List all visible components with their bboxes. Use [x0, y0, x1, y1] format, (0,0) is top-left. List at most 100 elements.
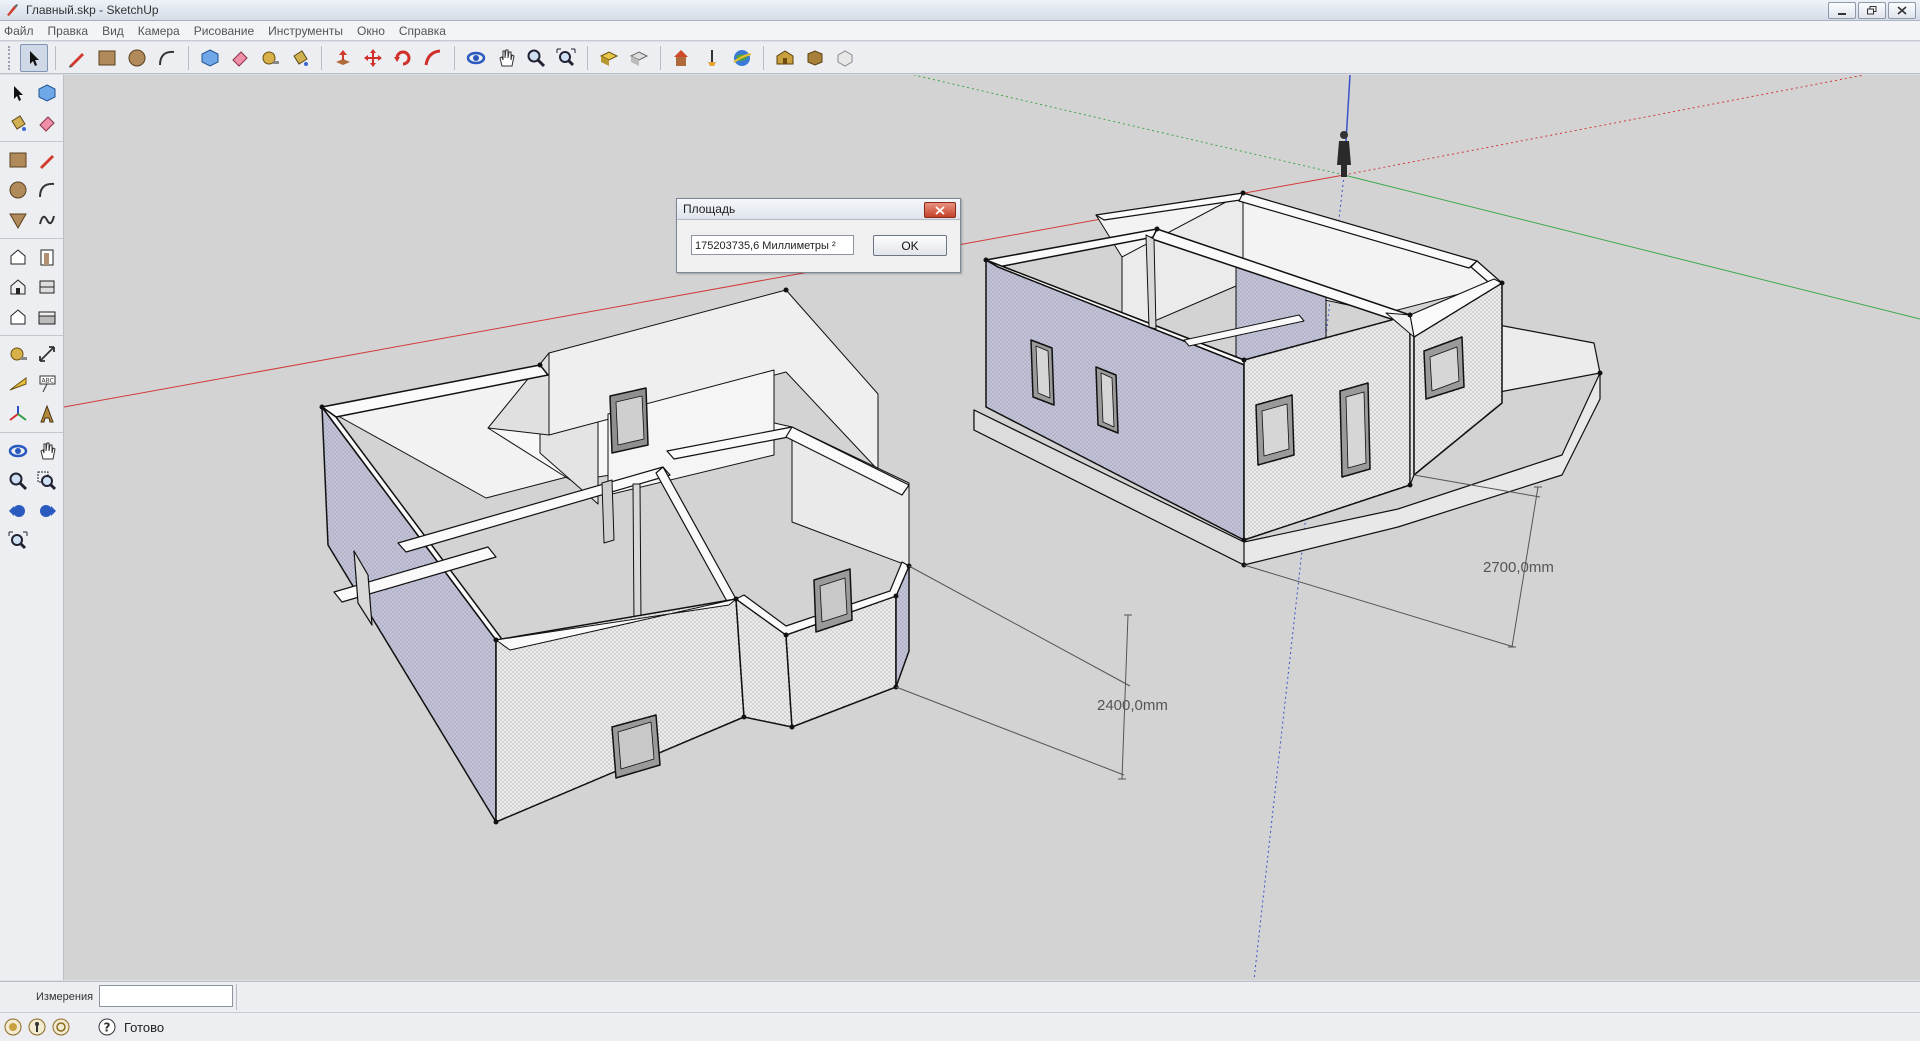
arc-tool-button[interactable] — [33, 176, 61, 204]
push-pull-tool-button[interactable] — [329, 44, 357, 72]
warehouse-tool-button[interactable] — [771, 44, 799, 72]
rotate-tool-button[interactable] — [4, 303, 32, 331]
make-component-tool-button[interactable] — [33, 79, 61, 107]
zoom-window-tool-button[interactable] — [33, 467, 61, 495]
move-arrows-icon — [364, 48, 382, 67]
3d-text-tool-button[interactable] — [33, 400, 61, 428]
restore-button[interactable] — [1858, 2, 1886, 19]
extension-icon — [807, 49, 823, 66]
credits-icon[interactable] — [28, 1018, 46, 1036]
polygon-tool-button[interactable] — [4, 206, 32, 234]
freehand-tool-button[interactable] — [33, 206, 61, 234]
area-dialog-ok-button[interactable]: OK — [873, 235, 947, 256]
protractor-icon — [9, 377, 27, 391]
menu-camera[interactable]: Камера — [138, 24, 180, 38]
share-model-tool-button[interactable] — [625, 44, 653, 72]
axes-tool-button[interactable] — [4, 400, 32, 428]
zoom-extents-tool-button[interactable] — [552, 44, 580, 72]
tape-measure-tool-button[interactable] — [256, 44, 284, 72]
dimension-tool-button[interactable] — [33, 340, 61, 368]
toolbar-grip[interactable] — [8, 45, 14, 70]
circle-tool-button[interactable] — [123, 44, 151, 72]
area-value-field[interactable]: 175203735,6 Миллиметры ² — [691, 235, 854, 255]
modeling-viewport[interactable]: 2400,0mm 2700,0mm Площадь 175203735,6 Ми… — [64, 75, 1920, 980]
place-model-tool-button[interactable] — [698, 44, 726, 72]
line-tool-button[interactable] — [33, 146, 61, 174]
extension-warehouse-tool-button[interactable] — [801, 44, 829, 72]
menu-help[interactable]: Справка — [399, 24, 446, 38]
rotate-tool-button[interactable] — [389, 44, 417, 72]
dimension-label-right[interactable]: 2700,0mm — [1483, 559, 1554, 576]
pencil-icon — [69, 52, 84, 67]
rectangle-icon — [98, 50, 116, 65]
get-photo-texture-tool-button[interactable] — [668, 44, 696, 72]
pan-tool-button[interactable] — [492, 44, 520, 72]
zoom-tool-button[interactable] — [4, 467, 32, 495]
make-component-tool-button[interactable] — [196, 44, 224, 72]
menu-tools[interactable]: Инструменты — [268, 24, 343, 38]
menu-draw[interactable]: Рисование — [194, 24, 254, 38]
toolbar-separator — [454, 45, 455, 70]
next-view-tool-button[interactable] — [33, 497, 61, 525]
minimize-button[interactable] — [1828, 2, 1856, 19]
geo-location-icon[interactable] — [4, 1018, 22, 1036]
follow-me-tool-button[interactable] — [33, 243, 61, 271]
title-bar: Главный.skp - SketchUp — [0, 0, 1920, 21]
house-right[interactable] — [973, 190, 1603, 568]
eraser-tool-button[interactable] — [226, 44, 254, 72]
rectangle-tool-button[interactable] — [4, 146, 32, 174]
dimension-left[interactable] — [895, 565, 1132, 780]
orbit-tool-button[interactable] — [4, 437, 32, 465]
move-tool-button[interactable] — [33, 273, 61, 301]
follow-me-tool-button[interactable] — [419, 44, 447, 72]
area-dialog-close-button[interactable] — [924, 202, 956, 218]
orbit-tool-button[interactable] — [462, 44, 490, 72]
select-tool-button[interactable] — [20, 43, 48, 72]
get-models-tool-button[interactable] — [595, 44, 623, 72]
pencil-icon — [40, 155, 54, 169]
area-dialog[interactable]: Площадь 175203735,6 Миллиметры ² OK — [676, 198, 961, 273]
left-toolbar-group-modify — [0, 239, 63, 336]
get-models-icon — [599, 50, 619, 66]
help-icon[interactable]: ? — [98, 1018, 116, 1036]
eraser-tool-button[interactable] — [33, 109, 61, 137]
pencil-tool-button[interactable] — [63, 44, 91, 72]
zoom-tool-button[interactable] — [522, 44, 550, 72]
restore-icon — [1867, 6, 1877, 15]
tape-measure-tool-button[interactable] — [4, 340, 32, 368]
previous-view-tool-button[interactable] — [4, 497, 32, 525]
zoom-extents-tool-button[interactable] — [4, 527, 32, 555]
push-pull-tool-button[interactable] — [4, 243, 32, 271]
close-button[interactable] — [1888, 2, 1916, 19]
paint-bucket-icon — [11, 115, 26, 131]
component-tool-button[interactable] — [831, 44, 859, 72]
protractor-tool-button[interactable] — [4, 370, 32, 398]
share-model-icon — [629, 50, 649, 66]
menu-window[interactable]: Окно — [357, 24, 385, 38]
paint-bucket-tool-button[interactable] — [4, 109, 32, 137]
menu-edit[interactable]: Правка — [48, 24, 89, 38]
dimension-label-left[interactable]: 2400,0mm — [1097, 697, 1168, 714]
select-tool-button[interactable] — [4, 79, 32, 107]
circle-tool-button[interactable] — [4, 176, 32, 204]
menu-view[interactable]: Вид — [102, 24, 124, 38]
dimension-arrows-icon — [39, 346, 55, 362]
move-tool-button[interactable] — [359, 44, 387, 72]
arc-tool-button[interactable] — [153, 44, 181, 72]
offset-tool-button[interactable] — [4, 273, 32, 301]
text-tool-button[interactable]: ABC — [33, 370, 61, 398]
toolbar-separator — [188, 45, 189, 70]
google-earth-tool-button[interactable] — [728, 44, 756, 72]
3d-scene[interactable] — [64, 75, 1920, 980]
account-icon[interactable] — [52, 1018, 70, 1036]
rectangle-tool-button[interactable] — [93, 44, 121, 72]
scale-tool-button[interactable] — [33, 303, 61, 331]
menu-file[interactable]: Файл — [4, 24, 34, 38]
status-text: Готово — [124, 1020, 165, 1035]
paint-bucket-tool-button[interactable] — [286, 44, 314, 72]
measurements-input[interactable] — [99, 985, 233, 1007]
area-dialog-titlebar[interactable]: Площадь — [677, 199, 960, 220]
scale-figure[interactable] — [1337, 131, 1351, 177]
house-left[interactable] — [319, 287, 912, 825]
pan-tool-button[interactable] — [33, 437, 61, 465]
